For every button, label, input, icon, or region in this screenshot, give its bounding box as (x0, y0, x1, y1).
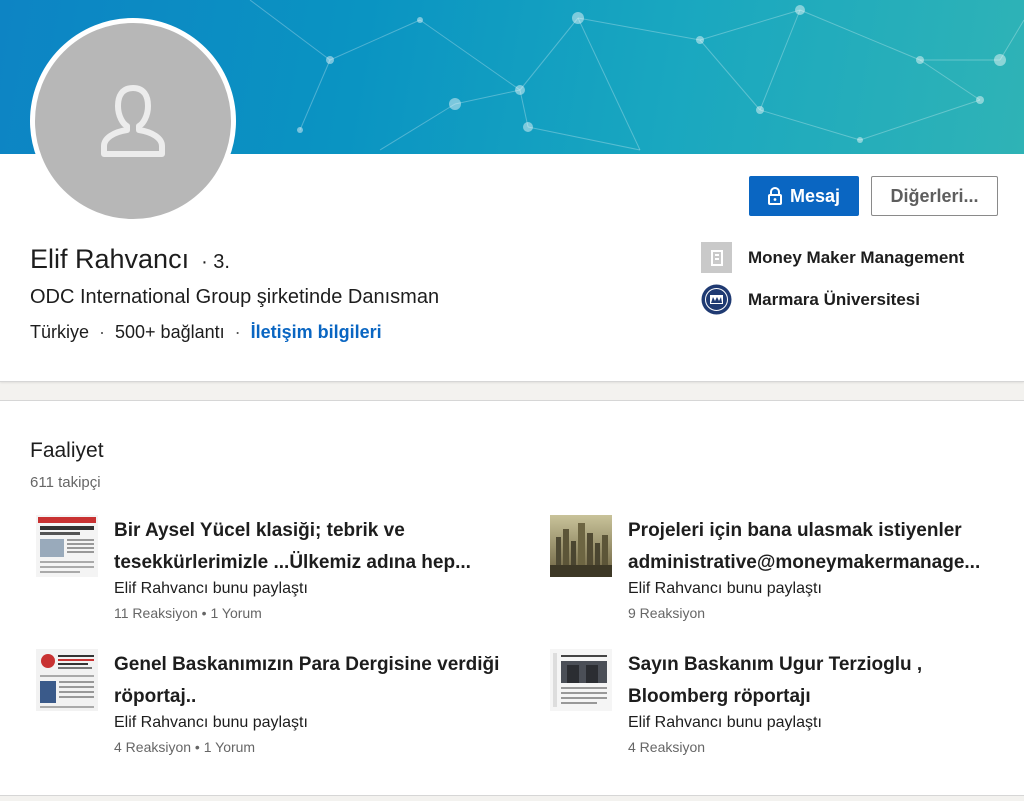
profile-location: Türkiye (30, 322, 90, 342)
post-stats[interactable]: 4 Reaksiyon (628, 739, 705, 755)
org-current-company[interactable]: Money Maker Management (701, 242, 964, 273)
connection-degree: · 3. (201, 251, 230, 273)
post-stats[interactable]: 9 Reaksiyon (628, 605, 705, 621)
message-button-label: Mesaj (789, 185, 841, 206)
lock-icon (767, 187, 782, 205)
post-title[interactable]: Bir Aysel Yücel klasiği; tebrik ve tesek… (114, 515, 506, 579)
activity-section: Faaliyet 611 takipçi Bir Aysel Yücel kla… (0, 400, 1024, 796)
post-sharer: Elif Rahvancı bunu paylaştı (114, 580, 308, 597)
post-title-line: röportaj.. (114, 686, 197, 707)
profile-avatar[interactable] (30, 18, 236, 224)
post-sharer: Elif Rahvancı bunu paylaştı (628, 714, 822, 731)
connection-count[interactable]: 500+ bağlantı (115, 322, 225, 343)
profile-headline: ODC International Group şirketinde Danıs… (30, 286, 440, 308)
post-title[interactable]: Sayın Baskanım Ugur Terzioglu , Bloomber… (628, 649, 1020, 713)
meta-separator: · (99, 322, 106, 342)
post-thumbnail-newspaper[interactable] (36, 515, 98, 577)
post-title-line: Sayın Baskanım Ugur Terzioglu , (628, 654, 923, 675)
meta-separator: · (234, 322, 241, 342)
contact-info-link[interactable]: İletişim bilgileri (251, 322, 382, 343)
building-icon (701, 242, 732, 273)
post-title-line: tesekkürlerimizle ...Ülkemiz adına hep..… (114, 552, 471, 573)
activity-heading: Faaliyet (30, 439, 104, 462)
more-button[interactable]: Diğerleri... (871, 176, 998, 216)
company-name: Money Maker Management (748, 247, 965, 267)
post-stats[interactable]: 4 Reaksiyon • 1 Yorum (114, 739, 255, 755)
post-stats[interactable]: 11 Reaksiyon • 1 Yorum (114, 605, 262, 621)
message-button[interactable]: Mesaj (749, 176, 859, 216)
university-logo (701, 284, 732, 315)
post-title-line: Genel Baskanımızın Para Dergisine verdiğ… (114, 654, 500, 675)
school-name: Marmara Üniversitesi (748, 289, 920, 309)
post-title-line: Bir Aysel Yücel klasiği; tebrik ve (114, 520, 405, 541)
profile-name: Elif Rahvancı (30, 244, 190, 274)
post-thumbnail-city[interactable] (550, 515, 612, 577)
post-title-line: Projeleri için bana ulasmak istiyenler (628, 520, 962, 541)
post-title-line: administrative@moneymakermanage... (628, 552, 981, 573)
post-title-line: Bloomberg röportajı (628, 686, 811, 707)
post-thumbnail-article[interactable] (550, 649, 612, 711)
person-placeholder-icon (101, 85, 165, 157)
post-sharer: Elif Rahvancı bunu paylaştı (628, 580, 822, 597)
profile-meta: Türkiye · 500+ bağlantı · İletişim bilgi… (30, 322, 382, 343)
post-thumbnail-magazine[interactable] (36, 649, 98, 711)
profile-top-card: Elif Rahvancı · 3. ODC International Gro… (0, 0, 1024, 382)
post-sharer: Elif Rahvancı bunu paylaştı (114, 714, 308, 731)
org-education[interactable]: Marmara Üniversitesi (701, 284, 920, 315)
follower-count: 611 takipçi (30, 474, 101, 491)
post-title[interactable]: Projeleri için bana ulasmak istiyenler a… (628, 515, 1020, 579)
name-row: Elif Rahvancı · 3. (30, 244, 230, 275)
post-title[interactable]: Genel Baskanımızın Para Dergisine verdiğ… (114, 649, 506, 713)
